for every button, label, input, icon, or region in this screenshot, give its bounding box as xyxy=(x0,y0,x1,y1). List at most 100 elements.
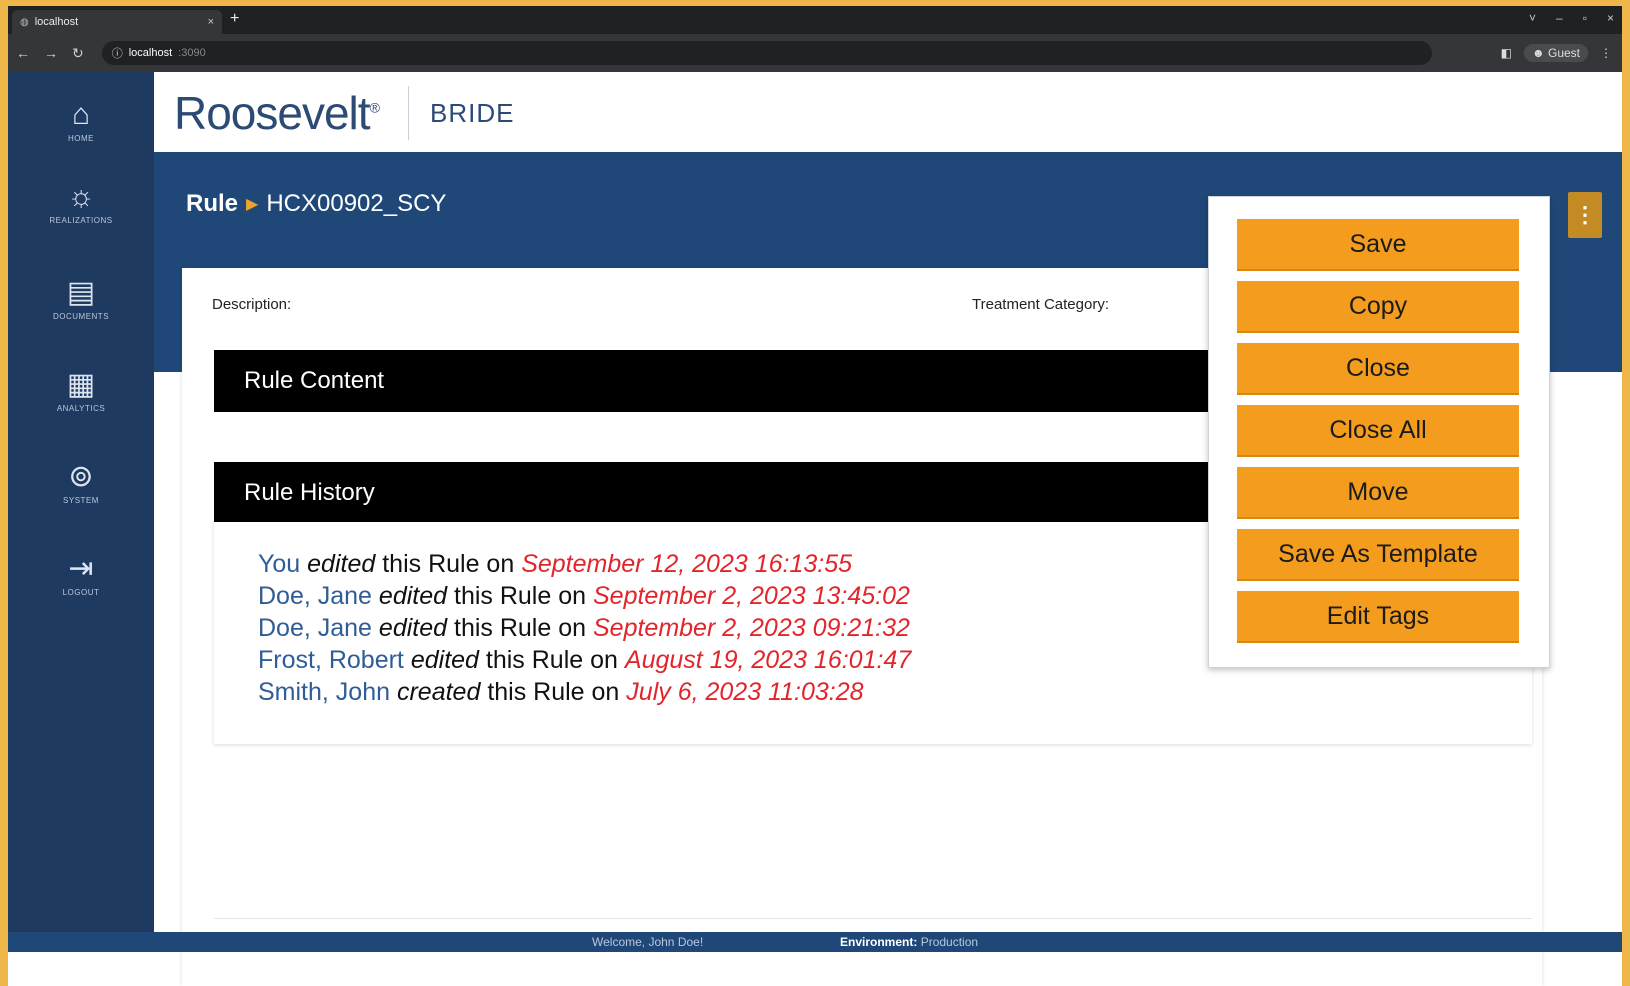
sidebar-item-realizations[interactable]: ☼ REALIZATIONS xyxy=(8,180,154,225)
address-port: :3090 xyxy=(178,47,206,59)
history-user[interactable]: Frost, Robert xyxy=(258,646,404,674)
browser-tabstrip: ◍ localhost × + ˅ – ▫ × xyxy=(8,6,1622,34)
environment-label: Environment: xyxy=(840,935,918,949)
close-all-button[interactable]: Close All xyxy=(1237,405,1519,457)
tab-title: localhost xyxy=(34,16,79,28)
environment-value: Production xyxy=(920,935,979,949)
system-icon: ⊚ xyxy=(68,460,94,493)
sidebar-item-label: DOCUMENTS xyxy=(52,312,110,321)
app-header: Roosevelt® BRIDE xyxy=(154,72,1622,152)
history-text: this Rule on xyxy=(454,582,587,610)
sidebar-item-label: LOGOUT xyxy=(62,588,100,597)
move-button[interactable]: Move xyxy=(1237,467,1519,519)
actions-dropdown-menu: Save Copy Close Close All Move Save As T… xyxy=(1208,196,1550,668)
history-text: this Rule on xyxy=(487,678,620,706)
history-text: this Rule on xyxy=(454,614,587,642)
app-footer: Welcome, John Doe! Environment: Producti… xyxy=(8,932,1622,952)
logout-icon: ⇥ xyxy=(68,552,94,585)
close-button[interactable]: Close xyxy=(1237,343,1519,395)
history-list: You edited this Rule on September 12, 20… xyxy=(258,548,911,708)
history-timestamp: September 2, 2023 09:21:32 xyxy=(592,614,910,642)
history-entry: Doe, Jane edited this Rule on September … xyxy=(258,580,911,612)
product-name: BRIDE xyxy=(430,98,515,128)
new-tab-button[interactable]: + xyxy=(230,10,239,28)
analytics-icon: ▦ xyxy=(66,368,96,401)
forward-icon[interactable]: → xyxy=(44,45,58,62)
save-button[interactable]: Save xyxy=(1237,219,1519,271)
browser-tab[interactable]: ◍ localhost × xyxy=(12,10,222,34)
rule-history-title: Rule History xyxy=(244,479,375,506)
close-tab-icon[interactable]: × xyxy=(208,16,214,28)
actions-menu-button[interactable]: ⋮ xyxy=(1568,192,1602,238)
rule-content-title: Rule Content xyxy=(244,367,385,394)
logo-divider xyxy=(408,86,409,140)
reload-icon[interactable]: ↻ xyxy=(72,45,84,62)
treatment-category-label: Treatment Category: xyxy=(972,296,1109,313)
browser-toolbar: ← → ↻ ⓘ localhost :3090 ◧ ☻ Guest ⋮ xyxy=(8,34,1622,72)
tab-search-icon[interactable]: ˅ xyxy=(1529,11,1536,25)
history-action: created xyxy=(396,678,481,706)
sidebar-item-label: SYSTEM xyxy=(63,496,99,505)
lightbulb-icon: ☼ xyxy=(67,180,95,213)
home-icon: ⌂ xyxy=(71,98,91,131)
history-text: this Rule on xyxy=(485,646,618,674)
browser-menu-icon[interactable]: ⋮ xyxy=(1600,46,1612,60)
history-entry: Frost, Robert edited this Rule on August… xyxy=(258,644,911,676)
breadcrumb-arrow-icon: ▶ xyxy=(246,196,259,213)
copy-button[interactable]: Copy xyxy=(1237,281,1519,333)
address-bar[interactable]: ⓘ localhost :3090 xyxy=(101,41,1432,65)
sidebar-item-label: HOME xyxy=(68,134,94,143)
globe-icon: ◍ xyxy=(20,16,29,28)
document-icon: ▤ xyxy=(66,276,96,309)
history-user[interactable]: You xyxy=(258,550,300,578)
app: ⌂ HOME ☼ REALIZATIONS ▤ DOCUMENTS ▦ ANAL… xyxy=(8,72,1622,986)
history-entry: Smith, John created this Rule on July 6,… xyxy=(258,676,911,708)
sidebar: ⌂ HOME ☼ REALIZATIONS ▤ DOCUMENTS ▦ ANAL… xyxy=(8,72,154,932)
history-entry: You edited this Rule on September 12, 20… xyxy=(258,548,911,580)
sidebar-item-home[interactable]: ⌂ HOME xyxy=(8,98,154,143)
breadcrumb-root[interactable]: Rule xyxy=(186,190,238,218)
edit-tags-button[interactable]: Edit Tags xyxy=(1237,591,1519,643)
history-timestamp: September 12, 2023 16:13:55 xyxy=(521,550,853,578)
welcome-text: Welcome, John Doe! xyxy=(592,935,704,949)
breadcrumb-current: HCX00902_SCY xyxy=(266,190,447,217)
sidebar-item-label: REALIZATIONS xyxy=(49,216,113,225)
history-text: this Rule on xyxy=(382,550,515,578)
address-host: localhost xyxy=(128,47,173,59)
profile-icon: ☻ xyxy=(1532,46,1548,60)
info-icon[interactable]: ⓘ xyxy=(112,45,123,61)
divider xyxy=(214,918,1532,919)
restore-button[interactable]: ▫ xyxy=(1583,11,1587,25)
close-window-button[interactable]: × xyxy=(1607,11,1614,25)
history-timestamp: August 19, 2023 16:01:47 xyxy=(624,646,912,674)
split-view-icon[interactable]: ◧ xyxy=(1501,46,1512,60)
profile-label: Guest xyxy=(1547,46,1580,60)
logo-text: Roosevelt xyxy=(174,87,371,139)
description-label: Description: xyxy=(212,296,292,313)
sidebar-item-system[interactable]: ⊚ SYSTEM xyxy=(8,460,154,505)
history-user[interactable]: Doe, Jane xyxy=(258,614,372,642)
history-action: edited xyxy=(378,614,448,642)
window-controls: ˅ – ▫ × xyxy=(1529,11,1614,25)
history-action: edited xyxy=(410,646,479,674)
roosevelt-logo[interactable]: Roosevelt® xyxy=(174,86,380,140)
sidebar-item-label: ANALYTICS xyxy=(56,404,106,413)
sidebar-item-logout[interactable]: ⇥ LOGOUT xyxy=(8,552,154,597)
profile-button[interactable]: ☻ Guest xyxy=(1524,44,1588,62)
history-entry: Doe, Jane edited this Rule on September … xyxy=(258,612,911,644)
sidebar-item-documents[interactable]: ▤ DOCUMENTS xyxy=(8,276,154,321)
history-action: edited xyxy=(378,582,448,610)
sidebar-item-analytics[interactable]: ▦ ANALYTICS xyxy=(8,368,154,413)
history-user[interactable]: Doe, Jane xyxy=(258,582,372,610)
history-timestamp: July 6, 2023 11:03:28 xyxy=(626,678,864,706)
history-timestamp: September 2, 2023 13:45:02 xyxy=(592,582,910,610)
environment-text: Environment: Production xyxy=(840,935,978,949)
history-user[interactable]: Smith, John xyxy=(258,678,390,706)
breadcrumb: Rule ▶ HCX00902_SCY xyxy=(186,190,446,218)
save-as-template-button[interactable]: Save As Template xyxy=(1237,529,1519,581)
back-icon[interactable]: ← xyxy=(16,45,30,62)
history-action: edited xyxy=(307,550,376,578)
screen: ◍ localhost × + ˅ – ▫ × ← → ↻ ⓘ localhos… xyxy=(8,6,1622,986)
logo-mark: ® xyxy=(369,99,380,116)
minimize-button[interactable]: – xyxy=(1556,11,1563,25)
